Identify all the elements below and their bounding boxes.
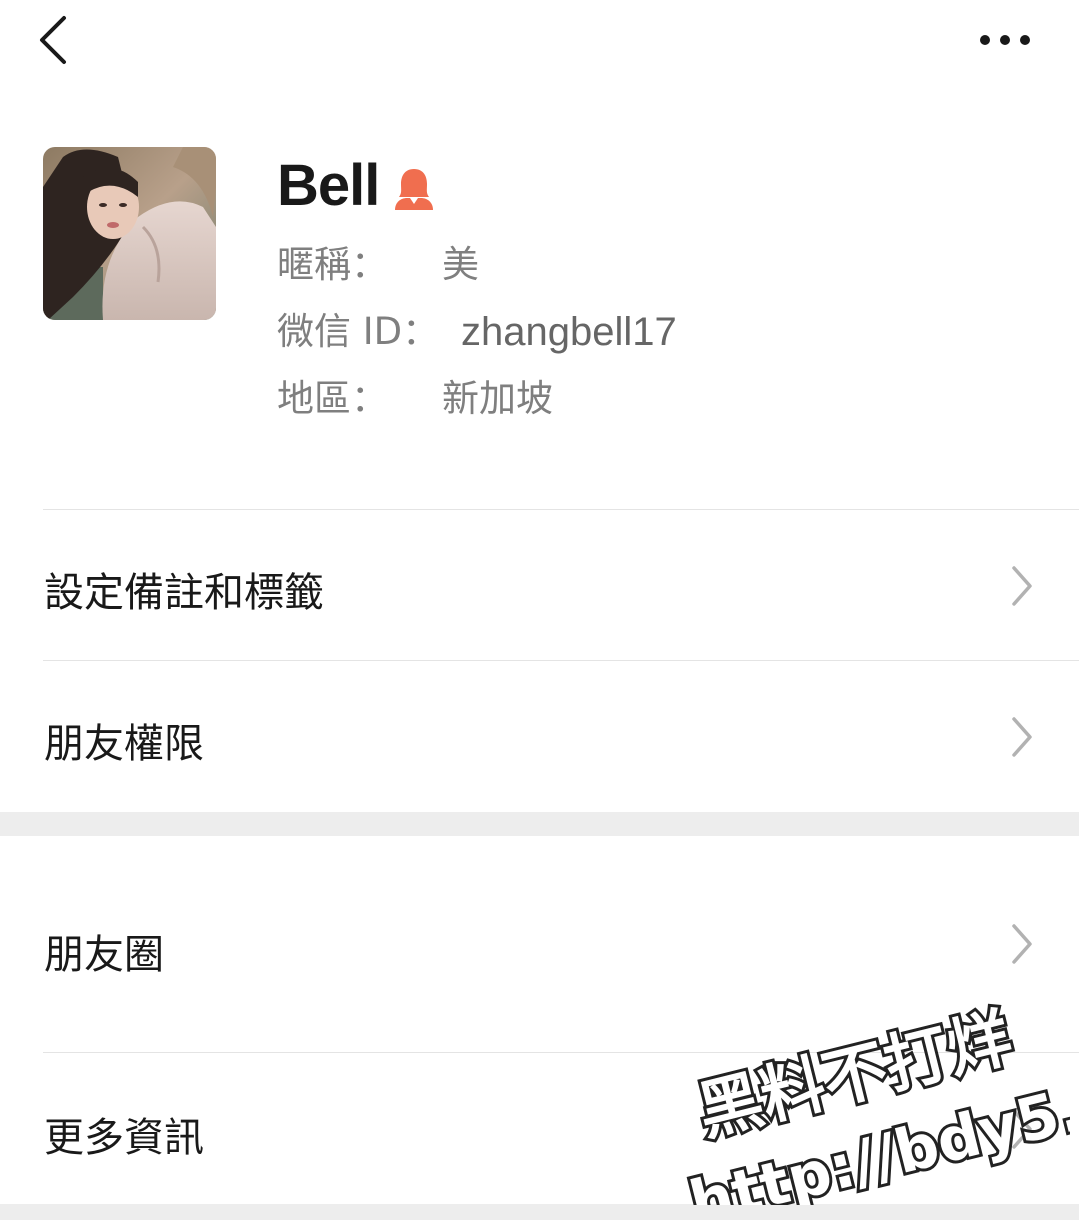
chevron-left-icon <box>40 16 66 64</box>
more-options-button[interactable] <box>970 20 1040 60</box>
back-button[interactable] <box>30 12 80 68</box>
wechat-id-row: 微信 ID： zhangbell17 <box>277 307 677 357</box>
menu-item-remarks-tags[interactable]: 設定備註和標籤 <box>0 510 1079 660</box>
avatar[interactable] <box>43 147 216 320</box>
more-dots-icon <box>980 35 1030 45</box>
chevron-right-icon <box>1012 924 1032 964</box>
female-icon <box>395 169 434 210</box>
chevron-right-icon <box>1012 566 1032 606</box>
chevron-right-icon <box>1012 717 1032 757</box>
chevron-right-icon <box>1012 1109 1032 1149</box>
nickname-row: 暱稱： 美 <box>277 240 479 290</box>
region-value: 新加坡 <box>442 377 553 420</box>
profile-name-row: Bell <box>277 150 437 222</box>
menu-item-label: 更多資訊 <box>44 1115 204 1161</box>
region-label: 地區： <box>277 377 388 420</box>
region-row: 地區： 新加坡 <box>277 374 553 424</box>
menu-item-friend-permissions[interactable]: 朋友權限 <box>0 661 1079 811</box>
avatar-photo <box>43 147 216 320</box>
wechat-id-value[interactable]: zhangbell17 <box>461 307 677 357</box>
menu-item-label: 朋友權限 <box>44 721 204 767</box>
menu-item-more-info[interactable]: 更多資訊 <box>0 1053 1079 1203</box>
menu-item-moments[interactable]: 朋友圈 <box>0 836 1079 1052</box>
menu-item-label: 朋友圈 <box>44 932 164 978</box>
nickname-value: 美 <box>442 243 479 286</box>
wechat-id-label: 微信 ID： <box>277 310 440 353</box>
menu-item-label: 設定備註和標籤 <box>44 570 324 616</box>
contact-profile-page: Bell 暱稱： 美 微信 ID： zhangbell17 地區： 新加坡 設定… <box>0 0 1079 1220</box>
profile-name: Bell <box>277 153 380 218</box>
nickname-label: 暱稱： <box>277 243 388 286</box>
section-gap <box>0 1204 1079 1220</box>
section-gap <box>0 812 1079 836</box>
